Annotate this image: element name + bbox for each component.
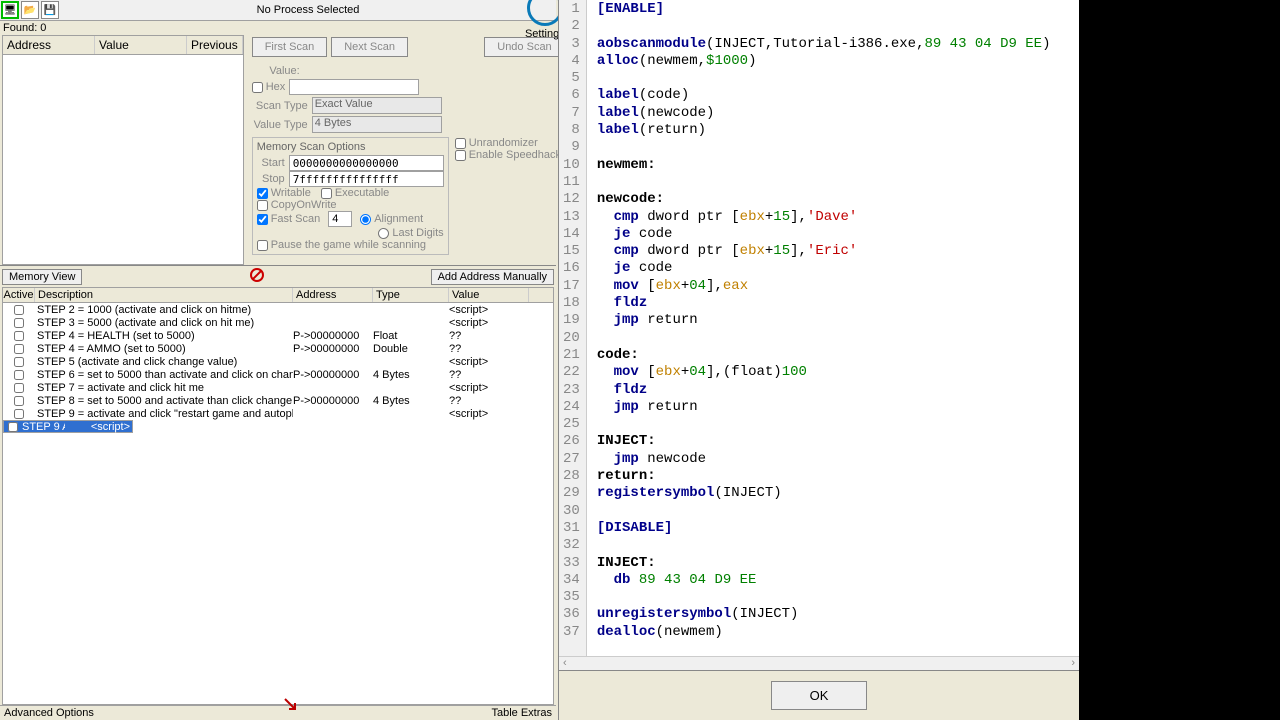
valtype-select[interactable]: 4 Bytes xyxy=(312,116,442,133)
next-scan-button[interactable]: Next Scan xyxy=(331,37,408,57)
row-desc: STEP 9 = activate and click "restart gam… xyxy=(35,408,293,420)
row-desc: STEP 7 = activate and click hit me xyxy=(35,382,293,394)
process-select-button[interactable]: 🖥 xyxy=(1,1,19,19)
row-type: 4 Bytes xyxy=(373,369,449,381)
scantype-label: Scan Type xyxy=(252,100,308,112)
main-toolbar: 🖥 📂 💾 No Process Selected xyxy=(0,0,556,21)
row-addr: P->00000000 xyxy=(293,330,373,342)
first-scan-button[interactable]: First Scan xyxy=(252,37,328,57)
scan-results[interactable]: Address Value Previous xyxy=(2,35,244,265)
red-arrow-icon[interactable] xyxy=(283,697,299,716)
script-editor: 1234567891011121314151617181920212223242… xyxy=(558,0,1079,720)
row-type: Float xyxy=(373,330,449,342)
active-checkbox[interactable] xyxy=(8,422,18,432)
row-val: ?? xyxy=(449,395,529,407)
add-address-button[interactable]: Add Address Manually xyxy=(431,269,554,285)
active-checkbox[interactable] xyxy=(14,331,24,341)
table-row[interactable]: STEP 7 = activate and click hit me <scri… xyxy=(3,381,553,394)
line-gutter: 1234567891011121314151617181920212223242… xyxy=(559,0,587,656)
process-label: No Process Selected xyxy=(60,4,556,16)
horizontal-scrollbar[interactable]: ‹› xyxy=(559,656,1079,670)
row-val: <script> xyxy=(449,304,529,316)
cheat-table: Active Description Address Type Value ST… xyxy=(2,287,554,705)
table-row[interactable]: STEP 9 ALTERNATIVE 1 <script> xyxy=(3,420,133,433)
table-row[interactable]: STEP 4 = AMMO (set to 5000) P->00000000 … xyxy=(3,342,553,355)
row-desc: STEP 8 = set to 5000 and activate than c… xyxy=(35,395,293,407)
th-addr[interactable]: Address xyxy=(293,288,373,302)
table-row[interactable]: STEP 9 = activate and click "restart gam… xyxy=(3,407,553,420)
th-desc[interactable]: Description xyxy=(35,288,293,302)
active-checkbox[interactable] xyxy=(14,409,24,419)
col-previous[interactable]: Previous xyxy=(187,36,243,54)
table-row[interactable]: STEP 3 = 5000 (activate and click on hit… xyxy=(3,316,553,329)
memory-view-button[interactable]: Memory View xyxy=(2,269,82,285)
row-desc: STEP 5 (activate and click change value) xyxy=(35,356,293,368)
row-val: <script> xyxy=(449,356,529,368)
row-desc: STEP 2 = 1000 (activate and click on hit… xyxy=(35,304,293,316)
active-checkbox[interactable] xyxy=(14,396,24,406)
active-checkbox[interactable] xyxy=(14,305,24,315)
row-type: 4 Bytes xyxy=(373,395,449,407)
start-input[interactable] xyxy=(289,155,444,171)
row-val: <script> xyxy=(449,317,529,329)
scantype-select[interactable]: Exact Value xyxy=(312,97,442,114)
row-val: ?? xyxy=(449,369,529,381)
writable-check[interactable] xyxy=(257,188,268,199)
mem-options-title: Memory Scan Options xyxy=(257,141,444,153)
row-desc: STEP 4 = HEALTH (set to 5000) xyxy=(35,330,293,342)
row-addr: P->00000000 xyxy=(293,395,373,407)
fastscan-check[interactable] xyxy=(257,214,268,225)
lastdigits-radio[interactable] xyxy=(378,228,389,239)
row-desc: STEP 9 ALTERNATIVE 1 xyxy=(20,421,65,433)
active-checkbox[interactable] xyxy=(14,370,24,380)
save-button[interactable]: 💾 xyxy=(41,1,59,19)
row-addr: P->00000000 xyxy=(293,343,373,355)
table-row[interactable]: STEP 6 = set to 5000 than activate and c… xyxy=(3,368,553,381)
value-input[interactable] xyxy=(289,79,419,95)
row-val: ?? xyxy=(449,330,529,342)
found-count: Found: 0 xyxy=(0,21,556,35)
row-desc: STEP 3 = 5000 (activate and click on hit… xyxy=(35,317,293,329)
undo-scan-button[interactable]: Undo Scan xyxy=(484,37,564,57)
row-desc: STEP 4 = AMMO (set to 5000) xyxy=(35,343,293,355)
th-type[interactable]: Type xyxy=(373,288,449,302)
table-row[interactable]: STEP 5 (activate and click change value)… xyxy=(3,355,553,368)
stop-input[interactable] xyxy=(289,171,444,187)
hex-checkbox[interactable] xyxy=(252,82,263,93)
table-row[interactable]: STEP 4 = HEALTH (set to 5000) P->0000000… xyxy=(3,329,553,342)
row-val: <script> xyxy=(449,408,529,420)
executable-check[interactable] xyxy=(321,188,332,199)
col-value[interactable]: Value xyxy=(95,36,187,54)
pause-check[interactable] xyxy=(257,240,268,251)
table-row[interactable]: STEP 8 = set to 5000 and activate than c… xyxy=(3,394,553,407)
speedhack-check[interactable] xyxy=(455,150,466,161)
row-type: Double xyxy=(373,343,449,355)
row-desc: STEP 6 = set to 5000 than activate and c… xyxy=(35,369,293,381)
fastscan-value[interactable] xyxy=(328,211,352,227)
row-val: ?? xyxy=(449,343,529,355)
no-entry-icon[interactable] xyxy=(249,267,265,286)
alignment-radio[interactable] xyxy=(360,214,371,225)
code-content[interactable]: [ENABLE] aobscanmodule(INJECT,Tutorial-i… xyxy=(587,0,1051,656)
row-val: <script> xyxy=(449,382,529,394)
th-val[interactable]: Value xyxy=(449,288,529,302)
active-checkbox[interactable] xyxy=(14,318,24,328)
value-label: Value: xyxy=(252,65,300,77)
table-row[interactable]: STEP 2 = 1000 (activate and click on hit… xyxy=(3,303,553,316)
valtype-label: Value Type xyxy=(252,119,308,131)
th-active[interactable]: Active xyxy=(3,288,35,302)
cow-check[interactable] xyxy=(257,200,268,211)
row-val: <script> xyxy=(91,421,130,433)
scan-panel: Settings First Scan Next Scan Undo Scan … xyxy=(246,35,571,265)
open-button[interactable]: 📂 xyxy=(21,1,39,19)
active-checkbox[interactable] xyxy=(14,383,24,393)
row-addr: P->00000000 xyxy=(293,369,373,381)
table-extras[interactable]: Table Extras xyxy=(491,707,552,719)
ok-button[interactable]: OK xyxy=(771,681,868,710)
active-checkbox[interactable] xyxy=(14,344,24,354)
unrandomizer-check[interactable] xyxy=(455,138,466,149)
active-checkbox[interactable] xyxy=(14,357,24,367)
col-address[interactable]: Address xyxy=(3,36,95,54)
advanced-options[interactable]: Advanced Options xyxy=(4,707,94,719)
